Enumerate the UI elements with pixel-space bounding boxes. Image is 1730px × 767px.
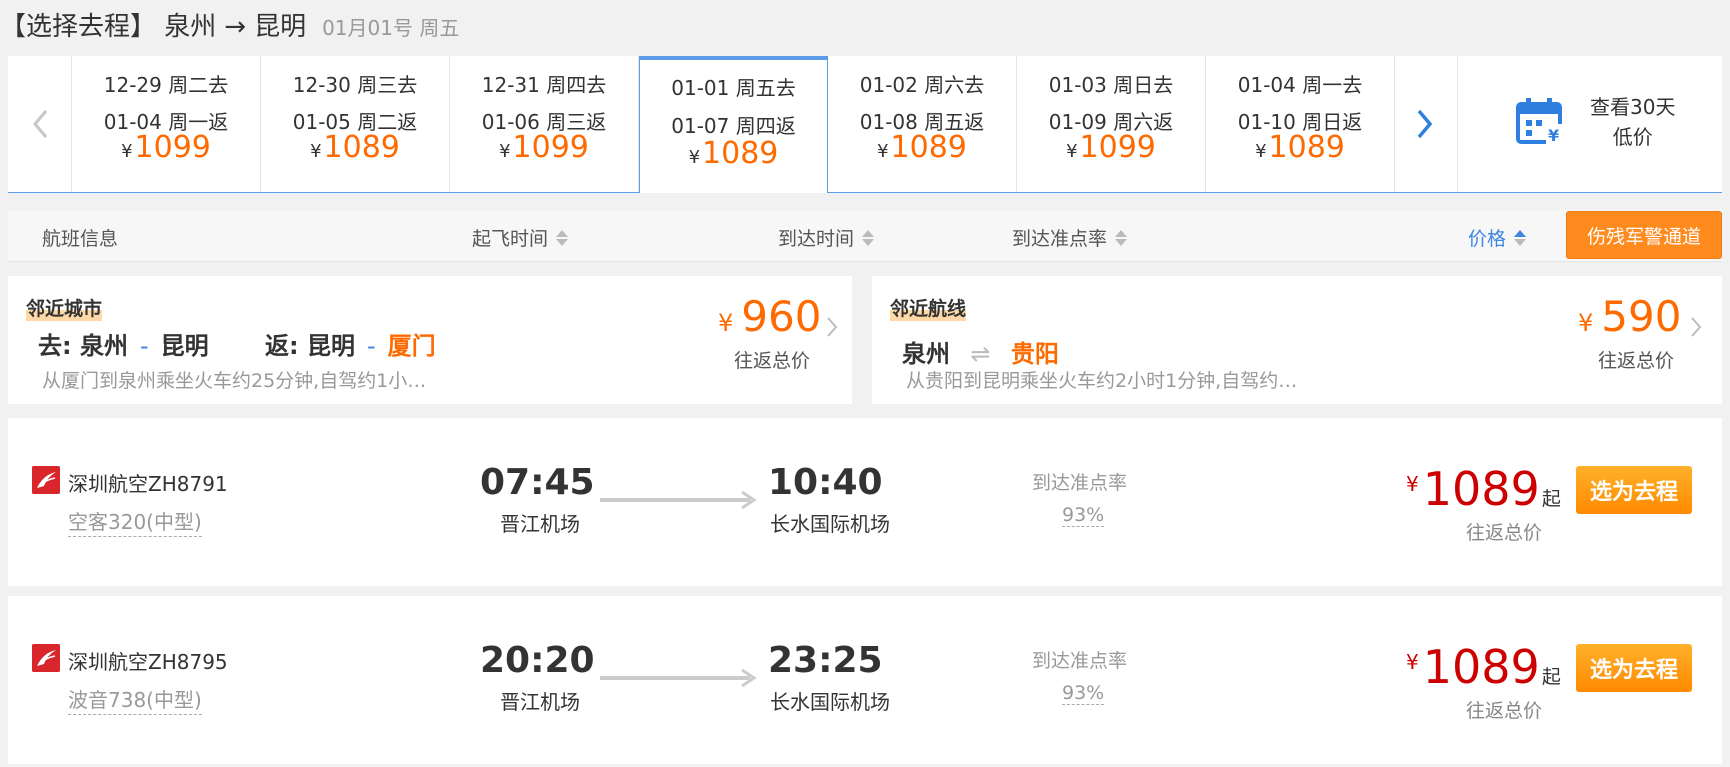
- nearby-price-label: 往返总价: [1598, 350, 1675, 372]
- title-origin: 【选择去程】 泉州: [0, 12, 217, 42]
- nearby-price-label: 往返总价: [734, 350, 811, 372]
- depart-date: 01-01 周五去: [671, 76, 796, 100]
- nearby-description: 从厦门到泉州乘坐火车约25分钟,自驾约1小…: [42, 370, 427, 392]
- sort-arrows-icon: [1514, 229, 1527, 246]
- aircraft-type[interactable]: 波音738(中型): [68, 684, 202, 715]
- flight-arrow-icon: [600, 490, 757, 510]
- flight-row[interactable]: 深圳航空ZH8795 波音738(中型) 20:20 晋江机场 23:25 长水…: [8, 596, 1722, 764]
- nearby-route: 去: 泉州 - 昆明 返: 昆明 - 厦门: [38, 332, 436, 360]
- nearby-route-card[interactable]: 邻近航线 泉州 ⇌ 贵阳 从贵阳到昆明乘坐火车约2小时1分钟,自驾约… ¥590…: [872, 276, 1722, 404]
- svg-text:¥: ¥: [1548, 126, 1559, 145]
- depart-date: 01-02 周六去: [859, 73, 985, 97]
- nearby-price: ¥590: [1578, 292, 1682, 341]
- sort-bar: 航班信息 起飞时间 到达时间 到达准点率 价格: [8, 210, 1722, 262]
- sort-arrows-icon: [1115, 229, 1128, 246]
- date-price: ¥1089: [688, 136, 779, 171]
- nearby-city-tag: 邻近城市: [26, 294, 103, 321]
- date-option[interactable]: 01-04 周一去 01-10 周日返 ¥1089: [1206, 56, 1395, 192]
- chevron-right-icon: [1691, 317, 1702, 337]
- date-price: ¥1099: [1066, 130, 1156, 165]
- return-date: 01-07 周四返: [671, 114, 796, 138]
- route-arrow: →: [224, 12, 247, 42]
- sort-ontime[interactable]: 到达准点率: [1012, 224, 1128, 251]
- airline-flight-number: 深圳航空ZH8795: [68, 650, 228, 674]
- ontime-label: 到达准点率: [1032, 650, 1128, 672]
- date-option-selected[interactable]: 01-01 周五去 01-07 周四返 ¥1089: [639, 56, 828, 193]
- depart-date: 12-29 周二去: [103, 73, 229, 97]
- arrival-time: 23:25: [768, 640, 883, 681]
- title-destination: 昆明: [254, 12, 307, 42]
- sort-arrows-icon: [862, 229, 875, 246]
- sort-price[interactable]: 价格: [1468, 224, 1527, 251]
- ontime-rate[interactable]: 93%: [1062, 682, 1105, 705]
- sort-depart-time[interactable]: 起飞时间: [472, 224, 569, 251]
- shenzhen-airlines-logo-icon: [32, 644, 60, 672]
- chevron-left-icon: [32, 110, 47, 138]
- date-option[interactable]: 01-03 周日去 01-09 周六返 ¥1099: [1017, 56, 1206, 192]
- arrival-time: 10:40: [768, 462, 883, 503]
- nearby-description: 从贵阳到昆明乘坐火车约2小时1分钟,自驾约…: [906, 370, 1298, 392]
- depart-date: 01-04 周一去: [1237, 73, 1363, 97]
- sort-arrive-time[interactable]: 到达时间: [778, 224, 875, 251]
- nearby-route-tag: 邻近航线: [890, 294, 967, 321]
- date-price: ¥1089: [877, 130, 967, 165]
- next-dates-button[interactable]: [1392, 56, 1458, 192]
- ontime-label: 到达准点率: [1032, 472, 1128, 494]
- flight-price: ¥1089 起: [1406, 640, 1561, 694]
- departure-airport: 晋江机场: [500, 690, 580, 714]
- depart-date: 12-30 周三去: [292, 73, 418, 97]
- chevron-right-icon: [827, 317, 838, 337]
- aircraft-type[interactable]: 空客320(中型): [68, 506, 202, 537]
- arrival-airport: 长水国际机场: [770, 512, 890, 536]
- sort-arrows-icon: [556, 229, 569, 246]
- select-outbound-button[interactable]: 选为去程: [1576, 466, 1692, 514]
- departure-time: 20:20: [480, 640, 595, 681]
- prev-dates-button[interactable]: [8, 56, 72, 192]
- flight-info-header: 航班信息: [42, 228, 119, 250]
- nearby-price: ¥960: [718, 292, 822, 341]
- shenzhen-airlines-logo-icon: [32, 466, 60, 494]
- date-strip: 12-29 周二去 01-04 周一返 ¥1099 12-30 周三去 01-0…: [8, 56, 1722, 193]
- date-option[interactable]: 01-02 周六去 01-08 周五返 ¥1089: [828, 56, 1017, 192]
- airline-flight-number: 深圳航空ZH8791: [68, 472, 228, 496]
- date-price: ¥1099: [499, 130, 589, 165]
- flight-arrow-icon: [600, 668, 757, 688]
- title-date: 01月01号 周五: [322, 16, 460, 40]
- calendar-label: 查看30天 低价: [1590, 95, 1676, 149]
- date-option[interactable]: 12-29 周二去 01-04 周一返 ¥1099: [72, 56, 261, 192]
- special-channel-button[interactable]: 伤残军警通道: [1566, 211, 1722, 259]
- flight-price-label: 往返总价: [1466, 522, 1543, 544]
- date-option[interactable]: 12-30 周三去 01-05 周二返 ¥1089: [261, 56, 450, 192]
- select-outbound-button[interactable]: 选为去程: [1576, 644, 1692, 692]
- view-30-day-prices[interactable]: ¥ 查看30天 低价: [1460, 56, 1722, 192]
- departure-airport: 晋江机场: [500, 512, 580, 536]
- flight-row[interactable]: 深圳航空ZH8791 空客320(中型) 07:45 晋江机场 10:40 长水…: [8, 418, 1722, 586]
- flight-price-label: 往返总价: [1466, 700, 1543, 722]
- chevron-right-icon: [1417, 109, 1432, 139]
- arrival-airport: 长水国际机场: [770, 690, 890, 714]
- calendar-price-icon: ¥: [1516, 98, 1566, 145]
- page-title: 【选择去程】 泉州 → 昆明 01月01号 周五: [0, 6, 459, 46]
- date-price: ¥1099: [121, 130, 211, 165]
- depart-date: 01-03 周日去: [1048, 73, 1174, 97]
- ontime-rate[interactable]: 93%: [1062, 504, 1105, 527]
- date-price: ¥1089: [310, 130, 400, 165]
- date-price: ¥1089: [1255, 130, 1345, 165]
- swap-icon: ⇌: [970, 340, 991, 368]
- nearby-city-card[interactable]: 邻近城市 去: 泉州 - 昆明 返: 昆明 - 厦门 从厦门到泉州乘坐火车约25分钟,自…: [8, 276, 852, 404]
- nearby-route: 泉州 ⇌ 贵阳: [902, 340, 1059, 368]
- departure-time: 07:45: [480, 462, 595, 503]
- date-option[interactable]: 12-31 周四去 01-06 周三返 ¥1099: [450, 56, 639, 192]
- depart-date: 12-31 周四去: [481, 73, 607, 97]
- flight-price: ¥1089 起: [1406, 462, 1561, 516]
